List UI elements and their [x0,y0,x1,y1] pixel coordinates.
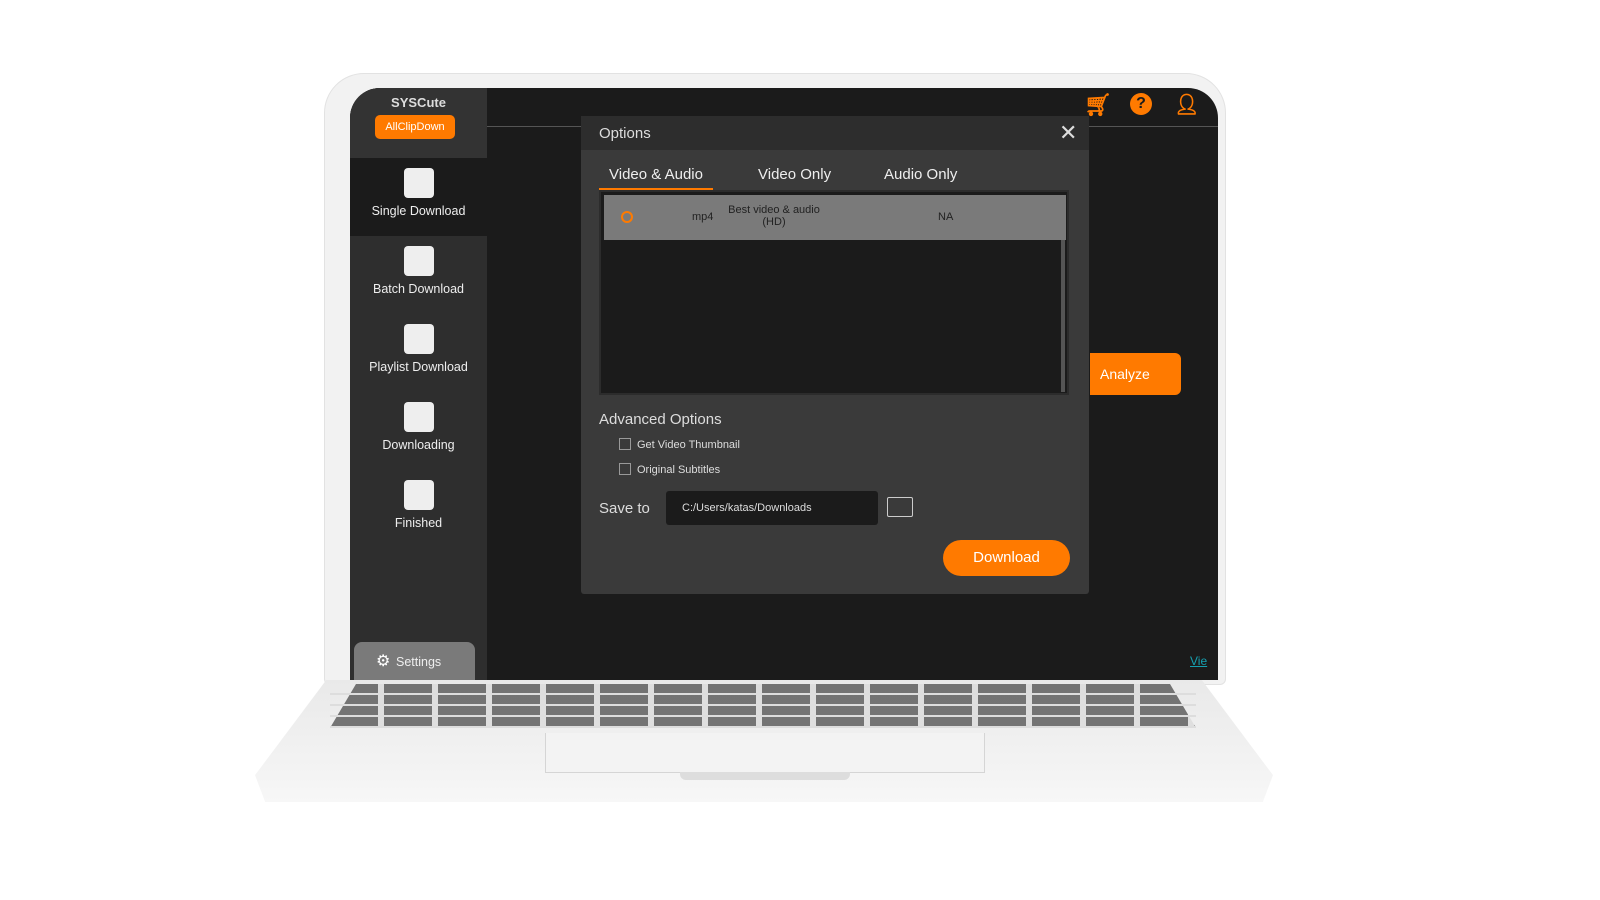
save-to-label: Save to [599,500,650,517]
sidebar-item-downloading[interactable]: Downloading [350,392,487,470]
batch-download-icon [403,246,434,276]
app-window: SYSCute AllClipDown Single Download Batc… [350,88,1218,680]
keyboard-rows [330,684,1196,728]
brand-name: SYSCute [391,95,446,110]
film-icon [403,480,434,510]
dialog-title: Options [599,125,651,142]
close-icon[interactable]: ✕ [1059,120,1077,146]
folder-icon[interactable] [887,497,913,517]
advanced-options-heading: Advanced Options [599,411,722,428]
format-row[interactable]: mp4 Best video & audio (HD) NA [604,195,1066,240]
format-list: mp4 Best video & audio (HD) NA [599,190,1069,395]
save-path-input[interactable]: C:/Users/katas/Downloads [666,491,878,525]
sidebar: SYSCute AllClipDown Single Download Batc… [350,88,487,680]
format-type: mp4 [692,211,714,223]
format-quality: Best video & audio (HD) [714,204,834,228]
brand-area: SYSCute AllClipDown [350,88,487,158]
sidebar-item-label: Downloading [382,438,455,452]
checkbox-box[interactable] [619,463,631,475]
download-box-icon [403,168,434,198]
downloading-icon [403,402,434,432]
checkbox-label: Original Subtitles [637,464,721,476]
thumbnail-checkbox[interactable]: Get Video Thumbnail [619,438,740,451]
checkbox-label: Get Video Thumbnail [637,439,740,451]
download-button[interactable]: Download [943,540,1070,576]
dialog-header: Options ✕ [581,116,1089,150]
options-dialog: Options ✕ Video & Audio Video Only Audio… [581,116,1089,594]
subtitles-checkbox[interactable]: Original Subtitles [619,463,720,476]
gear-icon: ⚙ [376,653,391,670]
format-radio[interactable] [621,211,633,223]
cart-icon[interactable]: 🛒︎ [1084,92,1112,118]
quality-line: Best video & audio [728,204,820,216]
sidebar-item-playlist-download[interactable]: Playlist Download [350,314,487,392]
sidebar-item-label: Single Download [371,204,466,218]
trackpad [545,733,985,773]
sidebar-item-single-download[interactable]: Single Download [350,158,487,236]
settings-button[interactable]: ⚙ Settings [354,642,475,680]
lid-notch [680,772,850,780]
sidebar-item-finished[interactable]: Finished [350,470,487,548]
user-add-icon[interactable]: 👤︎ [1174,92,1199,117]
sidebar-item-batch-download[interactable]: Batch Download [350,236,487,314]
settings-label: Settings [396,655,442,669]
analyze-button[interactable]: Analyze [1090,353,1181,395]
playlist-icon [403,324,434,354]
sidebar-item-label: Playlist Download [369,360,468,374]
format-size: NA [938,211,954,223]
quality-line: (HD) [762,216,786,228]
tab-audio-only[interactable]: Audio Only [874,166,967,188]
sidebar-item-label: Batch Download [372,282,465,296]
sidebar-item-label: Finished [394,516,443,530]
help-icon[interactable]: ? [1130,93,1152,115]
tab-video-audio[interactable]: Video & Audio [599,166,713,190]
checkbox-box[interactable] [619,438,631,450]
product-badge[interactable]: AllClipDown [375,115,455,139]
list-scrollbar[interactable] [1061,240,1065,392]
view-link[interactable]: Vie [1190,654,1207,668]
tab-video-only[interactable]: Video Only [748,166,841,188]
